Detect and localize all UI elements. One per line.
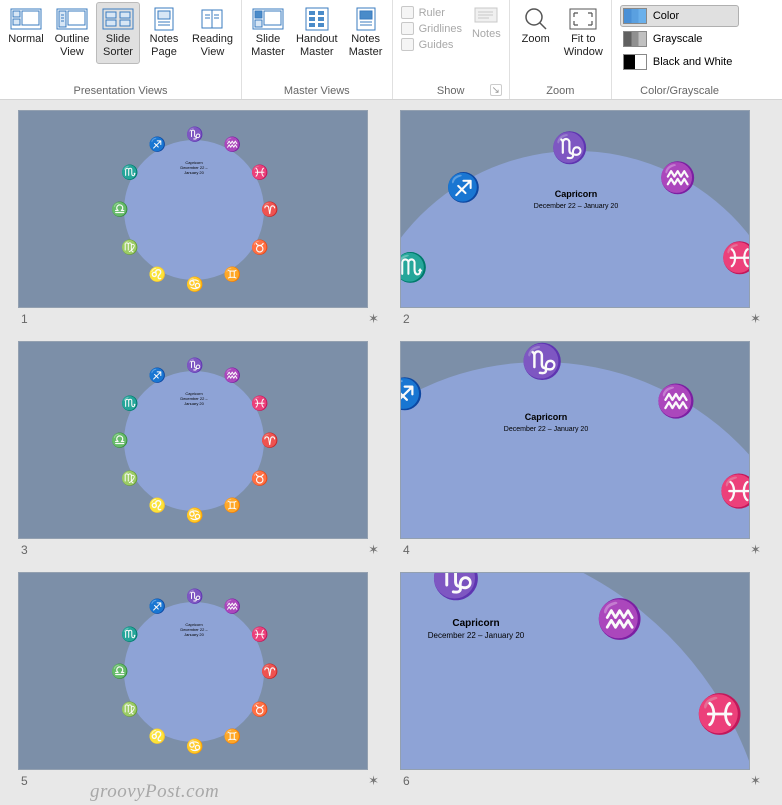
animation-star-icon[interactable]: ✶ [368,542,379,558]
slide-wrap: CapricornDecember 22 – January 20♑♒♓♐♏2✶ [400,110,764,327]
outline-view-label: Outline View [55,33,90,59]
notes-page-icon [148,7,180,31]
guides-checkbox: Guides [401,38,462,51]
slide-thumbnail[interactable]: CapricornDecember 22 – January 20♑♒♓♐ [400,341,750,539]
outline-view-button[interactable]: Outline View [50,2,94,64]
slide-master-label: Slide Master [251,33,285,59]
slide-meta: 1✶ [18,308,382,327]
checkbox-icon [401,6,414,19]
slide-master-button[interactable]: Slide Master [246,2,290,64]
grayscale-button[interactable]: Grayscale [620,28,739,50]
show-dialog-launcher-icon[interactable]: ↘ [490,84,502,96]
slide-sorter-icon [102,7,134,31]
normal-label: Normal [8,33,43,46]
ribbon: Normal Outline View Slide Sorter Notes P… [0,0,782,100]
notes-icon [473,6,499,28]
slide-thumbnail[interactable]: CapricornDecember 22 – January 20♑♒♓♈♉♊♋… [18,572,368,770]
group-color-grayscale: Color Grayscale Black and White Color/Gr… [612,0,747,99]
slide-thumbnail[interactable]: CapricornDecember 22 – January 20♑♒♓♈♉♊♋… [18,110,368,308]
slide-meta: 4✶ [400,539,764,558]
notes-page-label: Notes Page [150,33,179,59]
group-label-master-views: Master Views [246,81,388,99]
reading-view-icon [196,7,228,31]
group-label-color-grayscale: Color/Grayscale [616,81,743,99]
slide-meta: 3✶ [18,539,382,558]
zoom-icon [520,7,552,31]
slide-number: 3 [21,543,28,557]
notes-master-label: Notes Master [349,33,383,59]
animation-star-icon[interactable]: ✶ [368,773,379,789]
bw-swatch-icon [623,54,647,70]
slide-thumbnail[interactable]: CapricornDecember 22 – January 20♑♒♓♈♉♊♋… [18,341,368,539]
handout-master-button[interactable]: Handout Master [292,2,342,64]
reading-view-button[interactable]: Reading View [188,2,237,64]
notes-master-icon [350,7,382,31]
gridlines-checkbox: Gridlines [401,22,462,35]
black-white-button[interactable]: Black and White [620,51,739,73]
slide-meta: 6✶ [400,770,764,789]
animation-star-icon[interactable]: ✶ [750,311,761,327]
slide-master-icon [252,7,284,31]
normal-button[interactable]: Normal [4,2,48,51]
group-zoom: Zoom Fit to Window Zoom [510,0,612,99]
fit-to-window-label: Fit to Window [564,33,603,59]
zoom-label: Zoom [522,33,550,46]
notes-button: Notes [468,2,505,44]
slide-number: 2 [403,312,410,326]
slide-meta: 5✶ [18,770,382,789]
handout-master-icon [301,7,333,31]
checkbox-icon [401,38,414,51]
group-label-presentation-views: Presentation Views [4,81,237,99]
slide-thumbnail[interactable]: CapricornDecember 22 – January 20♑♒♓♐♏ [400,110,750,308]
group-label-show: Show↘ [397,81,505,99]
handout-master-label: Handout Master [296,33,338,59]
slide-wrap: CapricornDecember 22 – January 20♑♒♓♈♉♊♋… [18,341,382,558]
fit-to-window-icon [567,7,599,31]
slide-number: 1 [21,312,28,326]
slide-number: 4 [403,543,410,557]
slide-meta: 2✶ [400,308,764,327]
zoom-button[interactable]: Zoom [514,2,558,51]
slide-wrap: CapricornDecember 22 – January 20♑♒♓♈♉♊♋… [18,572,382,789]
slide-sorter-button[interactable]: Slide Sorter [96,2,140,64]
color-button[interactable]: Color [620,5,739,27]
group-label-zoom: Zoom [514,81,607,99]
checkbox-icon [401,22,414,35]
group-master-views: Slide Master Handout Master Notes Master… [242,0,393,99]
color-swatch-icon [623,8,647,24]
normal-icon [10,7,42,31]
notes-page-button[interactable]: Notes Page [142,2,186,64]
ruler-checkbox: Ruler [401,6,462,19]
fit-to-window-button[interactable]: Fit to Window [560,2,607,64]
slide-sorter-label: Slide Sorter [103,33,133,59]
slide-wrap: CapricornDecember 22 – January 20♑♒♓♐4✶ [400,341,764,558]
slide-number: 5 [21,774,28,788]
slide-thumbnail[interactable]: CapricornDecember 22 – January 20♑♒♓ [400,572,750,770]
animation-star-icon[interactable]: ✶ [750,542,761,558]
outline-view-icon [56,7,88,31]
slide-number: 6 [403,774,410,788]
group-presentation-views: Normal Outline View Slide Sorter Notes P… [0,0,242,99]
grayscale-swatch-icon [623,31,647,47]
slide-wrap: CapricornDecember 22 – January 20♑♒♓6✶ [400,572,764,789]
notes-master-button[interactable]: Notes Master [344,2,388,64]
reading-view-label: Reading View [192,33,233,59]
animation-star-icon[interactable]: ✶ [368,311,379,327]
animation-star-icon[interactable]: ✶ [750,773,761,789]
slide-sorter-pane[interactable]: CapricornDecember 22 – January 20♑♒♓♈♉♊♋… [0,100,782,799]
group-show: Ruler Gridlines Guides Notes Show↘ [393,0,510,99]
slide-wrap: CapricornDecember 22 – January 20♑♒♓♈♉♊♋… [18,110,382,327]
